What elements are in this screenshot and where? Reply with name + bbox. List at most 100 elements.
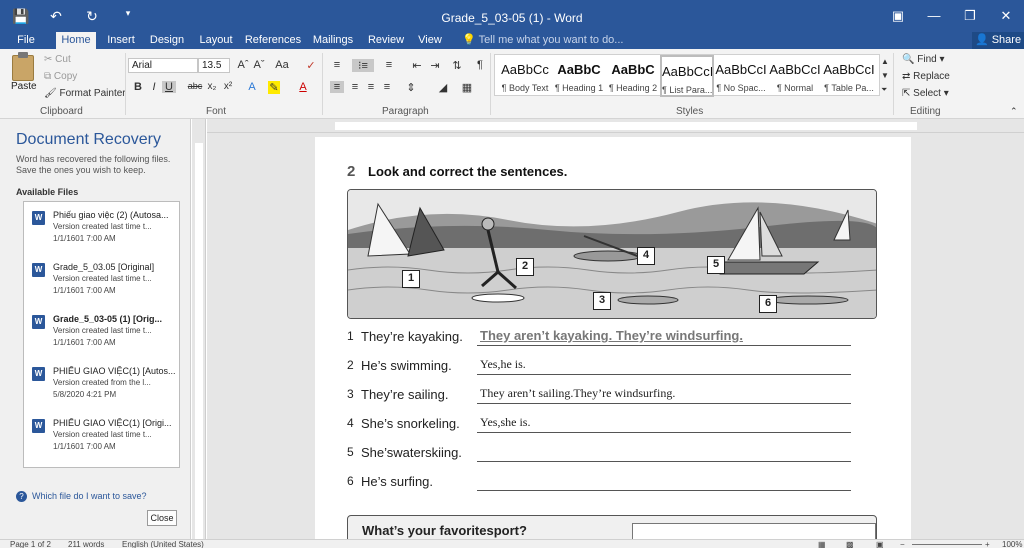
increase-indent-icon[interactable]: ⇥ [428, 59, 442, 72]
styles-more-icon[interactable]: ⏷ [881, 85, 887, 95]
horizontal-ruler[interactable] [207, 119, 1024, 133]
sort-icon[interactable]: ⇅ [450, 59, 464, 72]
find-button[interactable]: 🔍 Find ▾ [902, 54, 945, 65]
replace-button[interactable]: ⇄ Replace [902, 71, 950, 82]
align-left-icon[interactable]: ≡ [330, 81, 344, 93]
zoom-slider[interactable] [912, 544, 982, 545]
change-case-icon[interactable]: Aa [272, 59, 292, 71]
ribbon-tabs: File Home Insert Design Layout References Mail… [0, 32, 1024, 49]
styles-scroll-up-icon[interactable]: ▲ [881, 57, 889, 66]
tab-insert[interactable]: Insert [103, 32, 139, 49]
line-spacing-icon[interactable]: ⇕ [404, 81, 418, 94]
style-item[interactable]: AaBbCc ¶ Body Text [498, 55, 552, 97]
exercise-answer[interactable]: Yes,he is. [480, 357, 526, 372]
tell-me-search[interactable]: 💡 Tell me what you want to do... [462, 32, 623, 49]
style-item[interactable]: AaBbCcI ¶ No Spac... [714, 55, 768, 97]
shrink-font-icon[interactable]: Aˇ [252, 59, 266, 71]
format-painter-button[interactable]: 🖌 Format Painter [44, 88, 126, 99]
share-button[interactable]: 👤 Share [972, 32, 1024, 49]
underline-icon[interactable]: U [162, 81, 176, 93]
tab-layout[interactable]: Layout [196, 32, 236, 49]
web-layout-icon[interactable]: ▣ [876, 540, 884, 548]
ribbon-display-icon[interactable]: ▣ [880, 0, 916, 32]
multilevel-list-icon[interactable]: ≡ [382, 59, 396, 71]
minimize-button[interactable]: — [916, 0, 952, 32]
align-center-icon[interactable]: ≡ [348, 81, 362, 93]
show-marks-icon[interactable]: ¶ [473, 59, 487, 71]
answer-line[interactable] [477, 432, 851, 433]
highlight-icon[interactable]: ✎ [268, 81, 280, 94]
recovered-file-item[interactable]: W PHIẾU GIAO VIỆC(1) [Origi... Version cre… [24, 416, 179, 464]
style-item[interactable]: AaBbCcI ¶ List Para... [660, 55, 714, 97]
answer-line[interactable] [477, 374, 851, 375]
bold-icon[interactable]: B [131, 81, 145, 93]
word-count[interactable]: 211 words [68, 540, 104, 548]
tab-review[interactable]: Review [365, 32, 407, 49]
decrease-indent-icon[interactable]: ⇤ [410, 59, 424, 72]
style-item[interactable]: AaBbCcI ¶ Table Pa... [822, 55, 876, 97]
help-link[interactable]: ? Which file do I want to save? [16, 491, 147, 502]
help-link-label: Which file do I want to save? [32, 491, 147, 501]
style-item[interactable]: AaBbC ¶ Heading 1 [552, 55, 606, 97]
style-name: ¶ Body Text [501, 83, 549, 93]
close-recovery-button[interactable]: Close [147, 510, 177, 526]
style-item[interactable]: AaBbC ¶ Heading 2 [606, 55, 660, 97]
zoom-level[interactable]: 100% [1002, 540, 1022, 548]
share-label: Share [991, 34, 1022, 46]
tab-view[interactable]: View [414, 32, 446, 49]
cut-button[interactable]: ✂ Cut [44, 54, 71, 65]
file-name: Grade_5_03-05 (1) [Orig... [53, 314, 163, 324]
document-page[interactable]: 2 Look and correct the sentences. 1 2 3 … [315, 137, 911, 545]
borders-icon[interactable]: ▦ [460, 81, 474, 94]
grow-font-icon[interactable]: Aˆ [236, 59, 250, 71]
answer-line[interactable] [477, 490, 851, 491]
clear-formatting-icon[interactable]: ✓ [304, 59, 318, 72]
align-right-icon[interactable]: ≡ [364, 81, 378, 93]
recovered-file-item[interactable]: W Grade_5_03.05 [Original] Version created… [24, 260, 179, 308]
recovered-file-item[interactable]: W Phiếu giao việc (2) (Autosa... Version c… [24, 208, 179, 256]
italic-icon[interactable]: I [147, 81, 161, 93]
select-button[interactable]: ⇱ Select ▾ [902, 88, 949, 99]
ribbon: Paste ✂ Cut ⧉ Copy 🖌 Format Painter Clip… [0, 49, 1024, 119]
exercise-answer[interactable]: They aren’t kayaking. They’re windsurfin… [480, 328, 743, 343]
numbering-icon[interactable]: ⁝≡ [352, 59, 374, 72]
strikethrough-icon[interactable]: abc [186, 81, 204, 91]
exercise-answer[interactable]: They aren’t sailing.They’re windsurfing. [480, 386, 675, 401]
subscript-icon[interactable]: x₂ [205, 81, 219, 92]
word-doc-icon: W [32, 419, 45, 433]
font-color-icon[interactable]: A [296, 81, 310, 93]
collapse-ribbon-icon[interactable]: ⌃ [1010, 106, 1018, 117]
vertical-ruler [192, 119, 206, 539]
tab-design[interactable]: Design [146, 32, 188, 49]
language[interactable]: English (United States) [122, 540, 204, 548]
style-item[interactable]: AaBbCcI ¶ Normal [768, 55, 822, 97]
page-count[interactable]: Page 1 of 2 [10, 540, 51, 548]
status-bar: Page 1 of 2 211 words English (United St… [0, 539, 1024, 548]
styles-group-label: Styles [676, 106, 704, 117]
shading-icon[interactable]: ◢ [436, 81, 450, 94]
justify-icon[interactable]: ≡ [380, 81, 394, 93]
read-mode-icon[interactable]: ▦ [818, 540, 826, 548]
tab-home[interactable]: Home [56, 32, 96, 49]
recovered-file-item[interactable]: W PHIẾU GIAO VIỆC(1) [Autos... Version cre… [24, 364, 179, 412]
font-size-combo[interactable]: 13.5 [198, 58, 230, 73]
close-window-button[interactable]: ✕ [988, 0, 1024, 32]
recovered-file-item[interactable]: W Grade_5_03-05 (1) [Orig... Version creat… [24, 312, 179, 360]
tab-mailings[interactable]: Mailings [308, 32, 358, 49]
tab-file[interactable]: File [0, 32, 52, 49]
superscript-icon[interactable]: x² [221, 81, 235, 92]
print-layout-icon[interactable]: ▩ [846, 540, 854, 548]
exercise-answer[interactable]: Yes,she is. [480, 415, 530, 430]
bullets-icon[interactable]: ≡ [330, 59, 344, 71]
styles-scroll-down-icon[interactable]: ▼ [881, 71, 889, 80]
font-name-combo[interactable]: Arial [128, 58, 198, 73]
restore-button[interactable]: ❐ [952, 0, 988, 32]
answer-line[interactable] [477, 345, 851, 346]
answer-line[interactable] [477, 461, 851, 462]
tab-references[interactable]: References [244, 32, 302, 49]
answer-line[interactable] [477, 403, 851, 404]
text-effects-icon[interactable]: A [245, 81, 259, 93]
zoom-in-icon[interactable]: + [985, 540, 990, 548]
zoom-out-icon[interactable]: − [900, 540, 905, 548]
copy-button[interactable]: ⧉ Copy [44, 71, 77, 82]
